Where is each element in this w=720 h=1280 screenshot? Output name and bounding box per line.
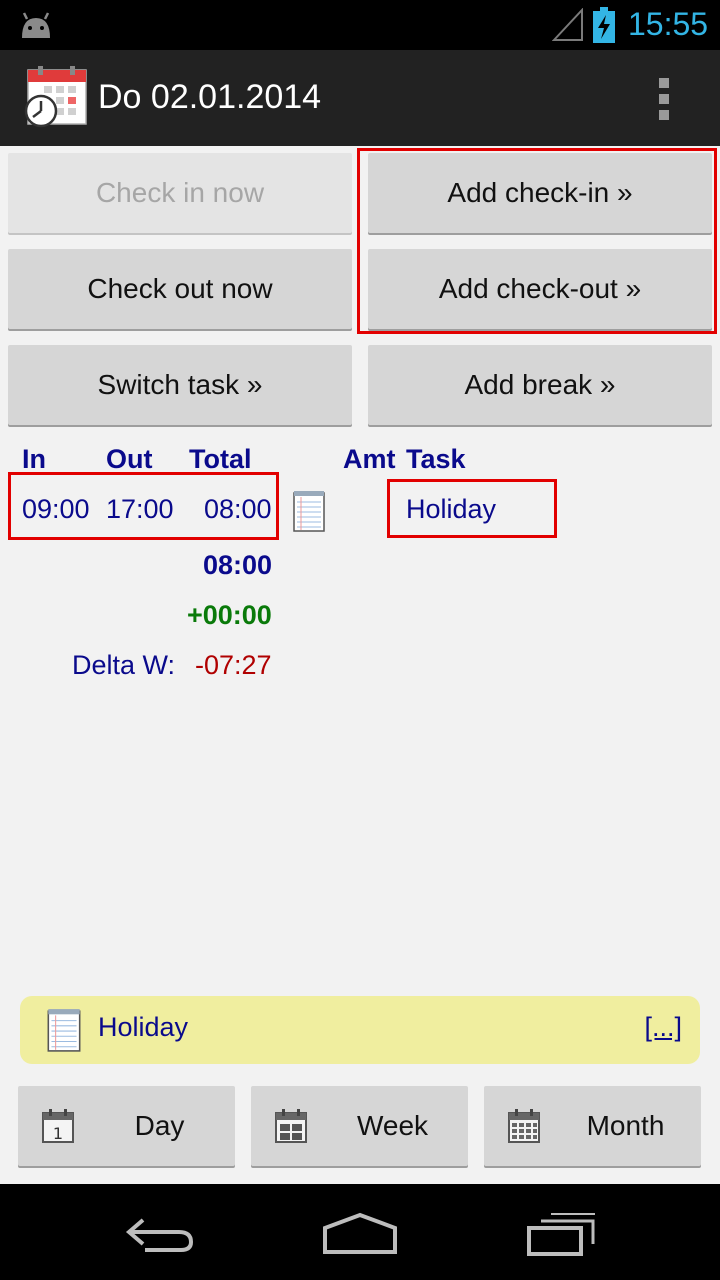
back-icon[interactable]: [125, 1214, 197, 1254]
week-view-label: Week: [356, 1110, 429, 1141]
signal-icon: [552, 8, 583, 41]
switch-task-button[interactable]: Switch task »: [8, 345, 352, 425]
delta-w-value: -07:27: [195, 650, 272, 680]
header-total: Total: [189, 444, 252, 474]
highlight-add-buttons: [357, 148, 717, 334]
check-out-now-button[interactable]: Check out now: [8, 249, 352, 329]
note-text: Holiday: [98, 1012, 189, 1042]
header-task: Task: [406, 444, 466, 474]
navigation-bar: [0, 1184, 720, 1280]
notepad-icon: [47, 1009, 81, 1052]
add-break-button[interactable]: Add break »: [368, 345, 712, 425]
overflow-menu-icon[interactable]: [654, 78, 674, 122]
status-clock: 15:55: [628, 6, 709, 42]
calendar-week-icon: [275, 1109, 307, 1143]
status-bar: 15:55: [0, 0, 720, 50]
note-bar[interactable]: Holiday [...]: [20, 996, 700, 1064]
calendar-day-icon: 1: [42, 1109, 74, 1143]
day-total: 08:00: [203, 550, 273, 580]
month-view-label: Month: [586, 1110, 665, 1141]
notepad-icon[interactable]: [292, 489, 326, 533]
action-bar: Do 02.01.2014: [0, 50, 720, 146]
week-view-button[interactable]: Week: [251, 1086, 468, 1166]
check-in-now-button[interactable]: Check in now: [8, 153, 352, 233]
calendar-month-icon: [508, 1109, 540, 1143]
recent-apps-icon[interactable]: [527, 1212, 597, 1256]
app-calendar-clock-icon[interactable]: [24, 66, 90, 128]
highlight-task: [387, 479, 557, 538]
svg-text:1: 1: [53, 1124, 63, 1143]
month-view-button[interactable]: Month: [484, 1086, 701, 1166]
delta-w-label: Delta W:: [72, 650, 176, 680]
day-view-button[interactable]: 1 Day: [18, 1086, 235, 1166]
delta-value: +00:00: [187, 600, 272, 630]
android-notification-icon: [22, 12, 50, 38]
header-out: Out: [106, 444, 153, 474]
battery-charging-icon: [593, 7, 615, 43]
note-more-link[interactable]: [...]: [644, 1012, 682, 1043]
page-title: Do 02.01.2014: [98, 78, 322, 116]
highlight-times: [8, 472, 279, 540]
day-view-label: Day: [134, 1110, 185, 1141]
header-in: In: [22, 444, 46, 474]
header-amt: Amt: [343, 444, 396, 474]
home-icon[interactable]: [322, 1212, 398, 1254]
